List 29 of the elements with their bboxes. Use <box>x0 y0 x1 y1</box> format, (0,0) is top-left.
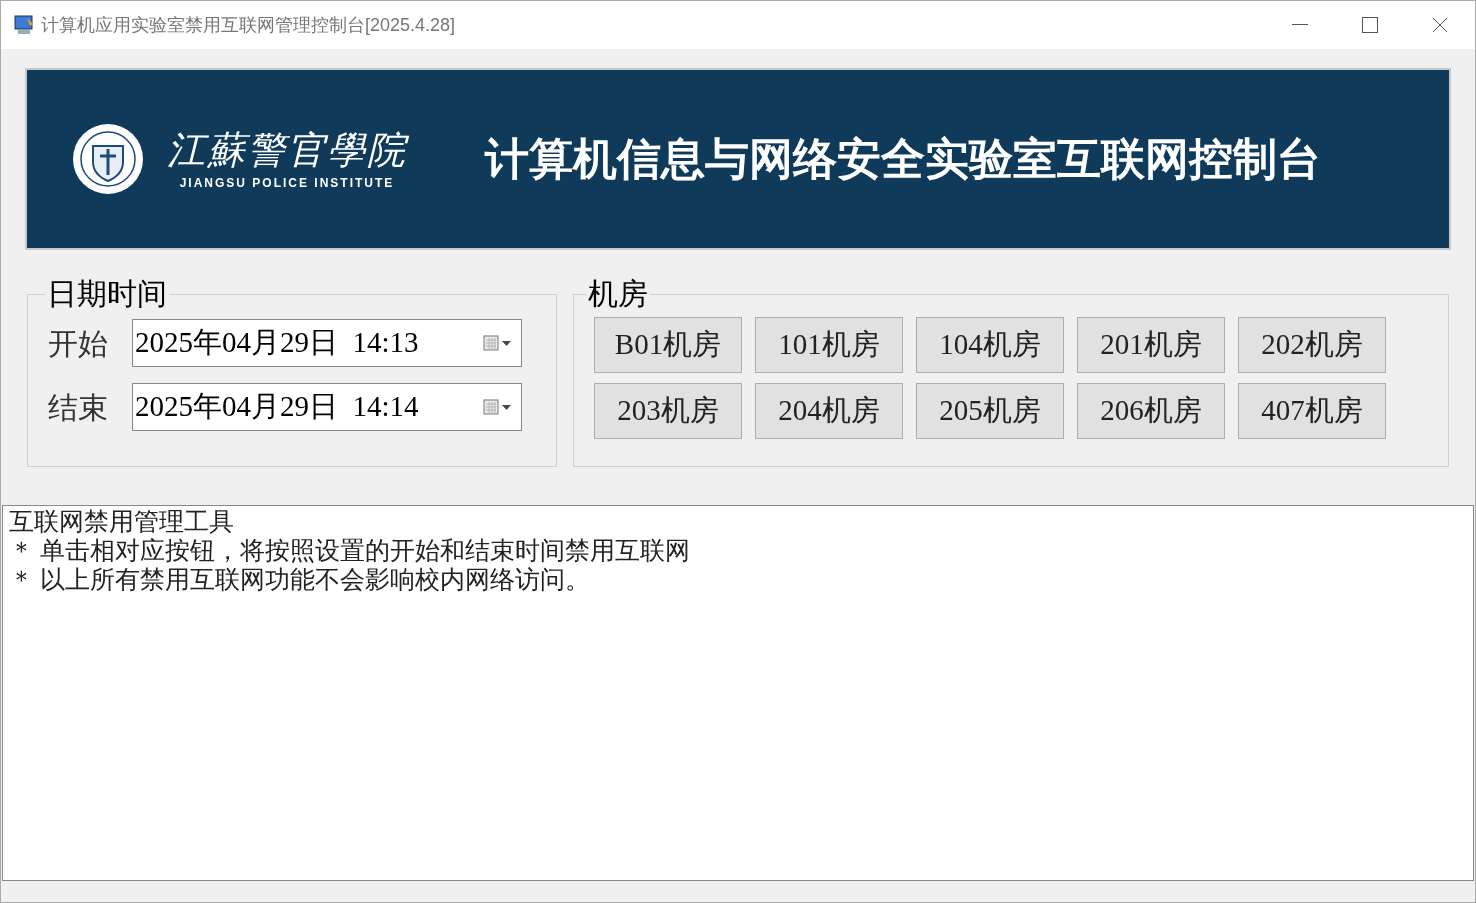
maximize-icon <box>1362 17 1378 33</box>
log-line: ＊ 单击相对应按钮，将按照设置的开始和结束时间禁用互联网 <box>9 536 692 565</box>
banner-title: 计算机信息与网络安全实验室互联网控制台 <box>485 133 1321 185</box>
room-button[interactable]: B01机房 <box>594 317 742 373</box>
room-button[interactable]: 407机房 <box>1238 383 1386 439</box>
log-line: ＊ 以上所有禁用互联网功能不会影响校内网络访问。 <box>9 565 592 594</box>
room-button[interactable]: 203机房 <box>594 383 742 439</box>
window-title: 计算机应用实验室禁用互联网管理控制台[2025.4.28] <box>41 13 456 37</box>
date-label: 结束 <box>48 389 108 426</box>
close-icon <box>1432 17 1448 33</box>
date-label: 开始 <box>48 325 108 362</box>
college-emblem-icon <box>71 122 145 196</box>
datetime-value: 2025年04月29日 14:13 <box>135 325 419 361</box>
datetime-group-title: 日期时间 <box>46 277 168 311</box>
college-subtitle: JIANGSU POLICE INSTITUTE <box>179 175 395 192</box>
room-button[interactable]: 201机房 <box>1077 317 1225 373</box>
room-button[interactable]: 205机房 <box>916 383 1064 439</box>
room-button[interactable]: 104机房 <box>916 317 1064 373</box>
datetime-picker[interactable]: 2025年04月29日 14:13 <box>132 319 522 367</box>
rooms-group-title: 机房 <box>587 277 649 311</box>
datetime-picker[interactable]: 2025年04月29日 14:14 <box>132 383 522 431</box>
minimize-icon <box>1292 24 1308 26</box>
room-button[interactable]: 202机房 <box>1238 317 1386 373</box>
log-line: 互联网禁用管理工具 <box>9 507 235 536</box>
datetime-value: 2025年04月29日 14:14 <box>135 389 419 425</box>
college-name-logo: 江蘇警官學院 <box>167 127 407 174</box>
room-button[interactable]: 206机房 <box>1077 383 1225 439</box>
room-button[interactable]: 204机房 <box>755 383 903 439</box>
room-button[interactable]: 101机房 <box>755 317 903 373</box>
